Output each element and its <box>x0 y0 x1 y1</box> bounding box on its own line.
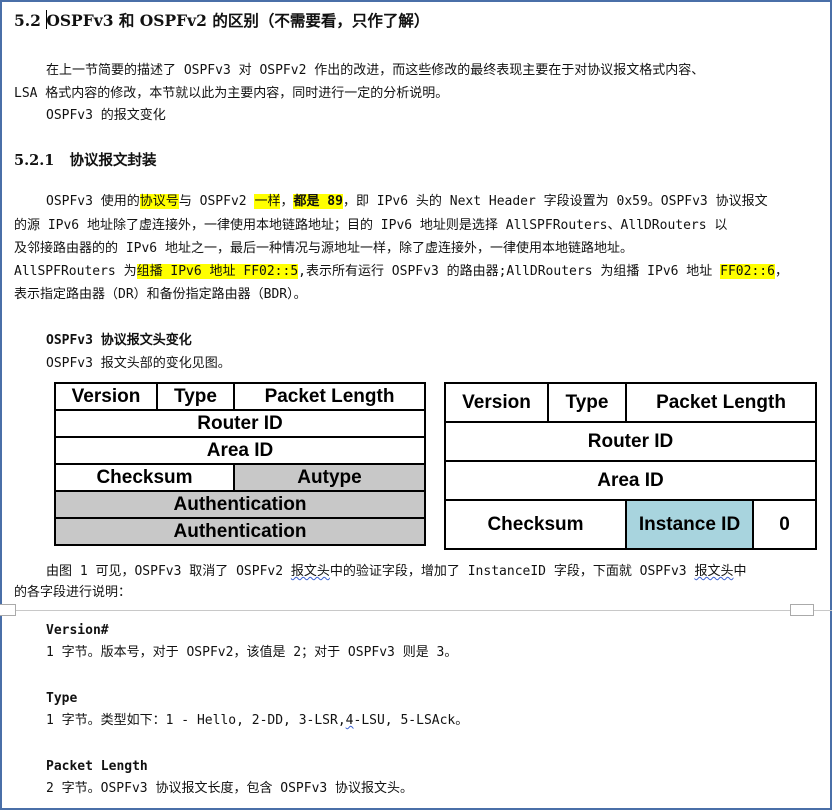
page-break-marker-right <box>790 604 814 616</box>
highlight: 一样 <box>254 194 281 209</box>
text-run: ,表示所有运行 OSPFv3 的路由器;AllDRouters 为组播 IPv6… <box>298 264 721 279</box>
version-desc: 1 字节。版本号，对于 OSPFv2，该值是 2；对于 OSPFv3 则是 3。 <box>46 645 458 660</box>
field-area-id: Area ID <box>54 436 426 465</box>
para2-line-2: 的源 IPv6 地址除了虚连接外，一律使用本地链路地址；目的 IPv6 地址则是… <box>14 218 728 233</box>
field-packet-length: Packet Length <box>625 382 817 423</box>
field-router-id: Router ID <box>444 421 817 462</box>
field-autype: Autype <box>233 463 426 492</box>
text-run: AllSPFRouters 为 <box>14 264 137 279</box>
text-run: 由图 1 可见，OSPFv3 取消了 OSPFv2 <box>46 564 291 579</box>
caption-line-2: 的各字段进行说明： <box>14 585 132 600</box>
ospfv2-header-diagram: Version Type Packet Length Router ID Are… <box>54 382 426 546</box>
highlight: FF02::6 <box>720 264 775 279</box>
text-run: 与 OSPFv2 <box>178 194 255 209</box>
highlight: 组播 IPv6 地址 FF02::5 <box>136 264 299 279</box>
field-version: Version <box>54 382 158 411</box>
field-authentication-2: Authentication <box>54 517 426 546</box>
para2-line-4: AllSPFRouters 为组播 IPv6 地址 FF02::5,表示所有运行… <box>14 262 788 281</box>
text-run: ，即 IPv6 头的 Next Header 字段设置为 0x59。OSPFv3… <box>342 194 768 209</box>
subsection-number: 5.2.1 <box>14 152 55 169</box>
field-checksum: Checksum <box>54 463 235 492</box>
section-title: 5.2 OSPFv3 和 OSPFv2 的区别（不需要看，只作了解） <box>14 11 430 30</box>
packet-length-desc: 2 字节。OSPFv3 协议报文长度，包含 OSPFv3 协议报文头。 <box>46 781 414 796</box>
ospfv3-header-diagram: Version Type Packet Length Router ID Are… <box>444 382 817 550</box>
text-run: OSPFv3 使用的 <box>46 194 140 209</box>
page-break <box>0 610 832 611</box>
highlight: 协议号 <box>139 194 179 209</box>
subsection-title: 协议报文封装 <box>69 152 157 169</box>
intro-line-1: 在上一节简要的描述了 OSPFv3 对 OSPFv2 作出的改进，而这些修改的最… <box>46 63 705 78</box>
text-run: -LSU, 5-LSAck。 <box>353 713 469 728</box>
field-packet-length: Packet Length <box>233 382 426 411</box>
text-run: 1 字节。类型如下：1 - Hello, 2-DD, 3-LSR, <box>46 713 346 728</box>
field-reserved-zero: 0 <box>752 499 817 550</box>
packet-length-title: Packet Length <box>46 759 148 774</box>
text-run: ， <box>774 264 788 279</box>
intro-line-3: OSPFv3 的报文变化 <box>46 108 166 123</box>
text-run: 中的验证字段，增加了 InstanceID 字段，下面就 OSPFv3 <box>329 564 695 579</box>
field-area-id: Area ID <box>444 460 817 501</box>
header-change-title: OSPFv3 协议报文头变化 <box>46 333 192 348</box>
field-router-id: Router ID <box>54 409 426 438</box>
spellcheck-word: 报文头 <box>694 564 734 579</box>
para2-line-1: OSPFv3 使用的协议号与 OSPFv2 一样，都是 89，即 IPv6 头的… <box>46 192 768 211</box>
subsection-heading: 5.2.1 协议报文封装 <box>14 149 157 170</box>
para2-line-5: 表示指定路由器（DR）和备份指定路由器（BDR）。 <box>14 287 307 302</box>
type-desc: 1 字节。类型如下：1 - Hello, 2-DD, 3-LSR,4-LSU, … <box>46 711 468 730</box>
para2-line-3: 及邻接路由器的的 IPv6 地址之一，最后一种情况与源地址一样，除了虚连接外，一… <box>14 241 633 256</box>
spellcheck-word: 4 <box>345 713 354 728</box>
text-run: ， <box>280 194 294 209</box>
spellcheck-word: 报文头 <box>290 564 330 579</box>
field-type: Type <box>156 382 235 411</box>
field-checksum: Checksum <box>444 499 627 550</box>
text-run: 中 <box>733 564 747 579</box>
field-version: Version <box>444 382 549 423</box>
version-title: Version# <box>46 623 109 638</box>
field-authentication-1: Authentication <box>54 490 426 519</box>
field-type: Type <box>547 382 627 423</box>
highlight: 都是 89 <box>293 194 343 209</box>
header-change-desc: OSPFv3 报文头部的变化见图。 <box>46 356 231 371</box>
page-break-marker-left <box>0 604 16 616</box>
type-title: Type <box>46 691 78 706</box>
caption-line-1: 由图 1 可见，OSPFv3 取消了 OSPFv2 报文头中的验证字段，增加了 … <box>46 562 746 581</box>
field-instance-id: Instance ID <box>625 499 754 550</box>
intro-line-2: LSA 格式内容的修改，本节就以此为主要内容，同时进行一定的分析说明。 <box>14 86 449 101</box>
